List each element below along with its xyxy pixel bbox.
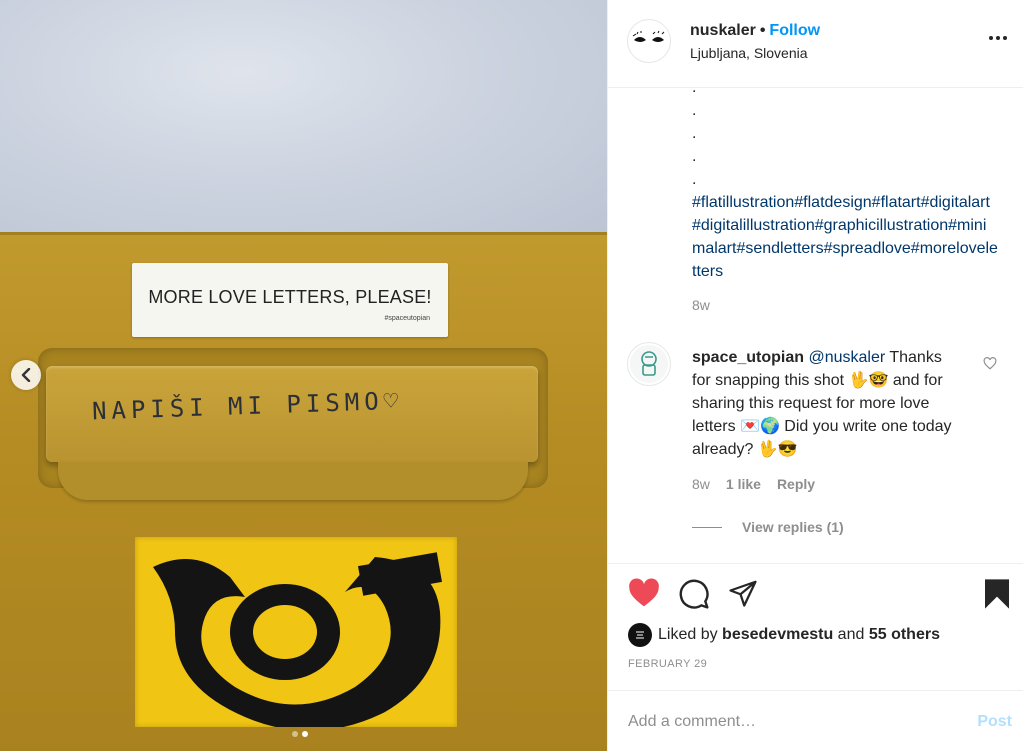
astronaut-avatar-icon: [630, 345, 668, 383]
carousel-dot: [292, 731, 298, 737]
instagram-post-view: MORE LOVE LETTERS, PLEASE! #spaceutopian…: [0, 0, 1023, 751]
post-sidebar: nuskaler • Follow Ljubljana, Slovenia . . …: [607, 0, 1023, 751]
add-comment-section: Post: [608, 690, 1023, 752]
post-caption: . . . . . #flatillustration#flatdesign#f…: [692, 76, 998, 283]
comment-body: space_utopian @nuskaler Thanks for snapp…: [692, 346, 962, 461]
heart-outline-icon: [983, 357, 997, 370]
comment-mention[interactable]: @nuskaler: [808, 349, 885, 366]
commenter-avatar[interactable]: [627, 342, 671, 386]
header-separator: •: [759, 22, 766, 39]
post-location[interactable]: Ljubljana, Slovenia: [690, 45, 808, 61]
more-dots-icon: [989, 36, 1007, 40]
caption-dot-line: .: [692, 148, 697, 165]
like-button[interactable]: [628, 578, 660, 613]
caption-dot-line: .: [692, 171, 697, 188]
follow-button[interactable]: Follow: [769, 22, 820, 39]
caption-dot-line: .: [692, 102, 697, 119]
paper-plane-icon: [729, 580, 757, 607]
vulcan-nerd-emoji: 🖖🤓: [848, 372, 889, 389]
caption-dot-line: .: [692, 125, 697, 142]
post-horn-icon: [153, 552, 442, 727]
eyes-avatar-icon: [632, 30, 665, 42]
liker-username[interactable]: besedevmestu: [722, 626, 833, 644]
chevron-left-icon: [21, 368, 31, 382]
heart-filled-icon: [629, 578, 659, 607]
comment-like-button[interactable]: [983, 357, 997, 375]
carousel-dot-active: [302, 731, 308, 737]
liker-logo-icon: [636, 631, 644, 639]
comment-likes[interactable]: 1 like: [726, 476, 761, 492]
photo-sticker: MORE LOVE LETTERS, PLEASE! #spaceutopian: [132, 263, 448, 337]
carousel-indicator: [292, 731, 308, 737]
more-options-button[interactable]: [986, 28, 1010, 48]
add-comment-input[interactable]: [628, 713, 948, 731]
mail-flap-lip: [58, 462, 528, 500]
carousel-prev-button[interactable]: [11, 360, 41, 390]
view-replies-label: View replies (1): [742, 519, 844, 535]
replies-divider: [692, 526, 722, 528]
actions-divider: [608, 563, 1023, 564]
caption-hashtags[interactable]: #flatillustration#flatdesign#flatart#dig…: [692, 191, 998, 283]
caption-dot-line: .: [692, 79, 697, 96]
likes-summary: Liked by besedevmestu and 55 others: [628, 623, 940, 647]
sticker-text: MORE LOVE LETTERS, PLEASE!: [148, 287, 432, 307]
vulcan-sunglasses-emoji: 🖖😎: [757, 441, 798, 458]
post-header: nuskaler • Follow Ljubljana, Slovenia: [608, 0, 1023, 88]
share-button[interactable]: [728, 578, 758, 613]
view-replies-button[interactable]: View replies (1): [692, 519, 844, 535]
author-avatar[interactable]: [627, 19, 671, 63]
post-photo[interactable]: MORE LOVE LETTERS, PLEASE! #spaceutopian…: [0, 0, 607, 751]
author-username[interactable]: nuskaler: [690, 22, 756, 39]
post-date[interactable]: FEBRUARY 29: [628, 658, 707, 670]
post-horn-logo: [135, 537, 457, 727]
speech-bubble-icon: [679, 579, 709, 609]
liker-avatar[interactable]: [628, 623, 652, 647]
comment-username[interactable]: space_utopian: [692, 349, 804, 366]
bookmark-filled-icon: [985, 579, 1009, 609]
post-comment-button[interactable]: Post: [977, 713, 1012, 731]
loveletter-globe-emoji: 💌🌍: [740, 418, 780, 435]
save-button[interactable]: [983, 578, 1011, 615]
comment-meta: 8w 1 like Reply: [692, 476, 815, 492]
comment-timestamp[interactable]: 8w: [692, 476, 710, 492]
comment-button[interactable]: [678, 578, 710, 615]
liked-by-prefix: Liked by: [658, 626, 718, 643]
liked-and: and: [837, 626, 865, 643]
reply-button[interactable]: Reply: [777, 476, 815, 492]
author-line: nuskaler • Follow: [690, 22, 820, 40]
caption-timestamp[interactable]: 8w: [692, 297, 710, 313]
sticker-tag: #spaceutopian: [384, 315, 430, 322]
photo-wall: [0, 0, 607, 240]
others-count[interactable]: 55 others: [869, 626, 940, 644]
